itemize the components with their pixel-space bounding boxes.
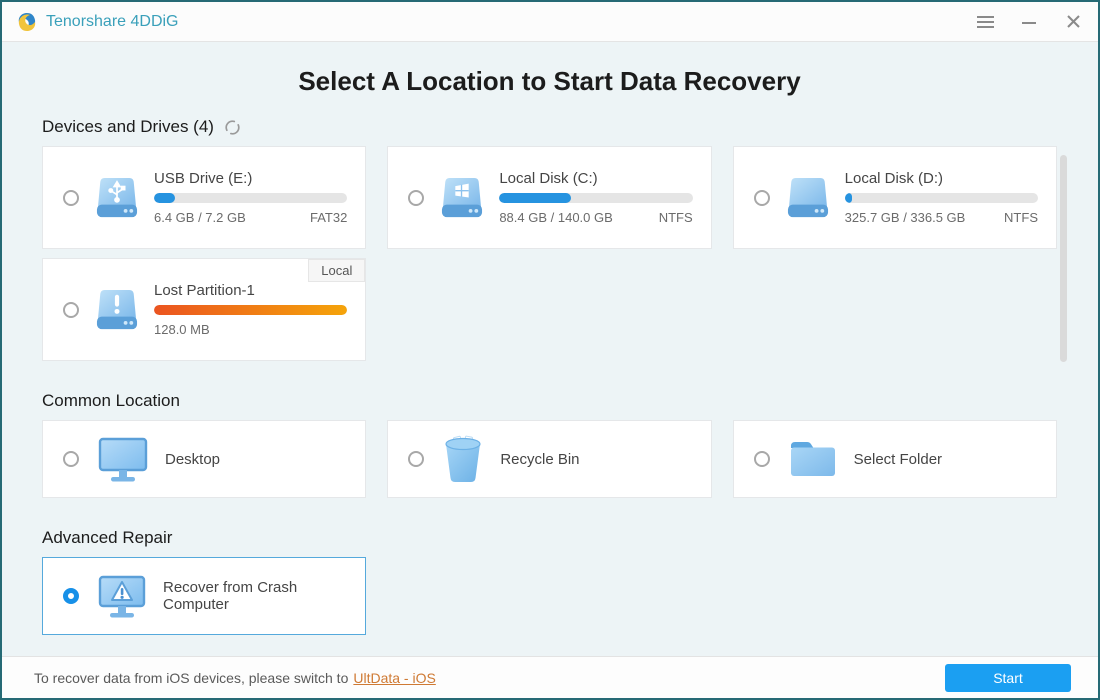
usage-bar bbox=[499, 193, 692, 203]
location-label: Select Folder bbox=[854, 451, 942, 468]
radio-crash-computer[interactable] bbox=[63, 588, 79, 604]
radio-recycle-bin[interactable] bbox=[408, 451, 424, 467]
drive-usage: 6.4 GB / 7.2 GB bbox=[154, 210, 246, 225]
window-controls bbox=[976, 13, 1082, 31]
footer-notice: To recover data from iOS devices, please… bbox=[34, 670, 348, 686]
drive-card-local-d[interactable]: Local Disk (D:) 325.7 GB / 336.5 GB NTFS bbox=[733, 146, 1057, 249]
radio-local-d[interactable] bbox=[754, 190, 770, 206]
drive-usage: 88.4 GB / 140.0 GB bbox=[499, 210, 612, 225]
radio-select-folder[interactable] bbox=[754, 451, 770, 467]
option-label: Recover from Crash Computer bbox=[163, 579, 347, 613]
drive-filesystem: NTFS bbox=[659, 210, 693, 225]
system-disk-icon bbox=[439, 177, 485, 219]
drive-card-usb-e[interactable]: USB Drive (E:) 6.4 GB / 7.2 GB FAT32 bbox=[42, 146, 366, 249]
radio-usb-e[interactable] bbox=[63, 190, 79, 206]
titlebar: Tenorshare 4DDiG bbox=[2, 2, 1098, 42]
desktop-icon bbox=[97, 436, 149, 482]
logo-swirl-icon bbox=[16, 11, 38, 33]
start-button[interactable]: Start bbox=[945, 664, 1071, 692]
advanced-section-label: Advanced Repair bbox=[42, 528, 172, 548]
devices-section-title: Devices and Drives (4) bbox=[42, 117, 1057, 137]
refresh-icon[interactable] bbox=[224, 119, 241, 136]
app-title: Tenorshare 4DDiG bbox=[46, 13, 179, 31]
ultdata-ios-link[interactable]: UltData - iOS bbox=[353, 670, 435, 686]
location-card-recycle-bin[interactable]: Recycle Bin bbox=[387, 420, 711, 498]
drive-filesystem: NTFS bbox=[1004, 210, 1038, 225]
usage-bar bbox=[845, 193, 1038, 203]
option-card-crash-computer[interactable]: Recover from Crash Computer bbox=[42, 557, 366, 635]
usage-bar bbox=[154, 193, 347, 203]
radio-local-c[interactable] bbox=[408, 190, 424, 206]
location-label: Recycle Bin bbox=[500, 451, 579, 468]
usb-drive-icon bbox=[94, 177, 140, 219]
advanced-section-title: Advanced Repair bbox=[42, 528, 1057, 548]
common-locations-grid: Desktop Recycle Bin bbox=[42, 420, 1057, 498]
lost-partition-icon bbox=[94, 289, 140, 331]
drive-name: Local Disk (C:) bbox=[499, 170, 692, 187]
drive-usage: 128.0 MB bbox=[154, 322, 210, 337]
drive-info: Local Disk (D:) 325.7 GB / 336.5 GB NTFS bbox=[845, 170, 1038, 225]
brand: Tenorshare 4DDiG bbox=[16, 11, 179, 33]
radio-desktop[interactable] bbox=[63, 451, 79, 467]
location-card-desktop[interactable]: Desktop bbox=[42, 420, 366, 498]
menu-icon[interactable] bbox=[976, 13, 994, 31]
drive-info: Lost Partition-1 128.0 MB bbox=[154, 282, 347, 337]
page-title: Select A Location to Start Data Recovery bbox=[42, 66, 1057, 97]
usage-bar bbox=[154, 305, 347, 315]
drive-info: Local Disk (C:) 88.4 GB / 140.0 GB NTFS bbox=[499, 170, 692, 225]
common-section-title: Common Location bbox=[42, 391, 1057, 411]
recycle-bin-icon bbox=[442, 435, 484, 483]
minimize-icon[interactable] bbox=[1020, 13, 1038, 31]
folder-icon bbox=[788, 439, 838, 479]
drive-filesystem: FAT32 bbox=[310, 210, 347, 225]
crash-computer-icon bbox=[97, 574, 147, 618]
drive-name: USB Drive (E:) bbox=[154, 170, 347, 187]
radio-lost-partition[interactable] bbox=[63, 302, 79, 318]
app-window: Tenorshare 4DDiG Select A Location to St… bbox=[0, 0, 1100, 700]
disk-icon bbox=[785, 177, 831, 219]
drive-usage: 325.7 GB / 336.5 GB bbox=[845, 210, 966, 225]
drive-card-lost-partition[interactable]: Local Lost Partition-1 128.0 MB bbox=[42, 258, 366, 361]
close-icon[interactable] bbox=[1064, 13, 1082, 31]
vertical-scrollbar[interactable] bbox=[1060, 155, 1067, 362]
drive-info: USB Drive (E:) 6.4 GB / 7.2 GB FAT32 bbox=[154, 170, 347, 225]
devices-grid: USB Drive (E:) 6.4 GB / 7.2 GB FAT32 bbox=[42, 146, 1057, 361]
devices-section-label: Devices and Drives (4) bbox=[42, 117, 214, 137]
drive-name: Local Disk (D:) bbox=[845, 170, 1038, 187]
location-label: Desktop bbox=[165, 451, 220, 468]
footer: To recover data from iOS devices, please… bbox=[2, 656, 1098, 698]
drive-name: Lost Partition-1 bbox=[154, 282, 347, 299]
common-section-label: Common Location bbox=[42, 391, 180, 411]
location-card-select-folder[interactable]: Select Folder bbox=[733, 420, 1057, 498]
drive-card-local-c[interactable]: Local Disk (C:) 88.4 GB / 140.0 GB NTFS bbox=[387, 146, 711, 249]
local-badge: Local bbox=[308, 259, 365, 282]
advanced-repair-grid: Recover from Crash Computer bbox=[42, 557, 1057, 635]
main-content: Select A Location to Start Data Recovery… bbox=[2, 42, 1098, 656]
